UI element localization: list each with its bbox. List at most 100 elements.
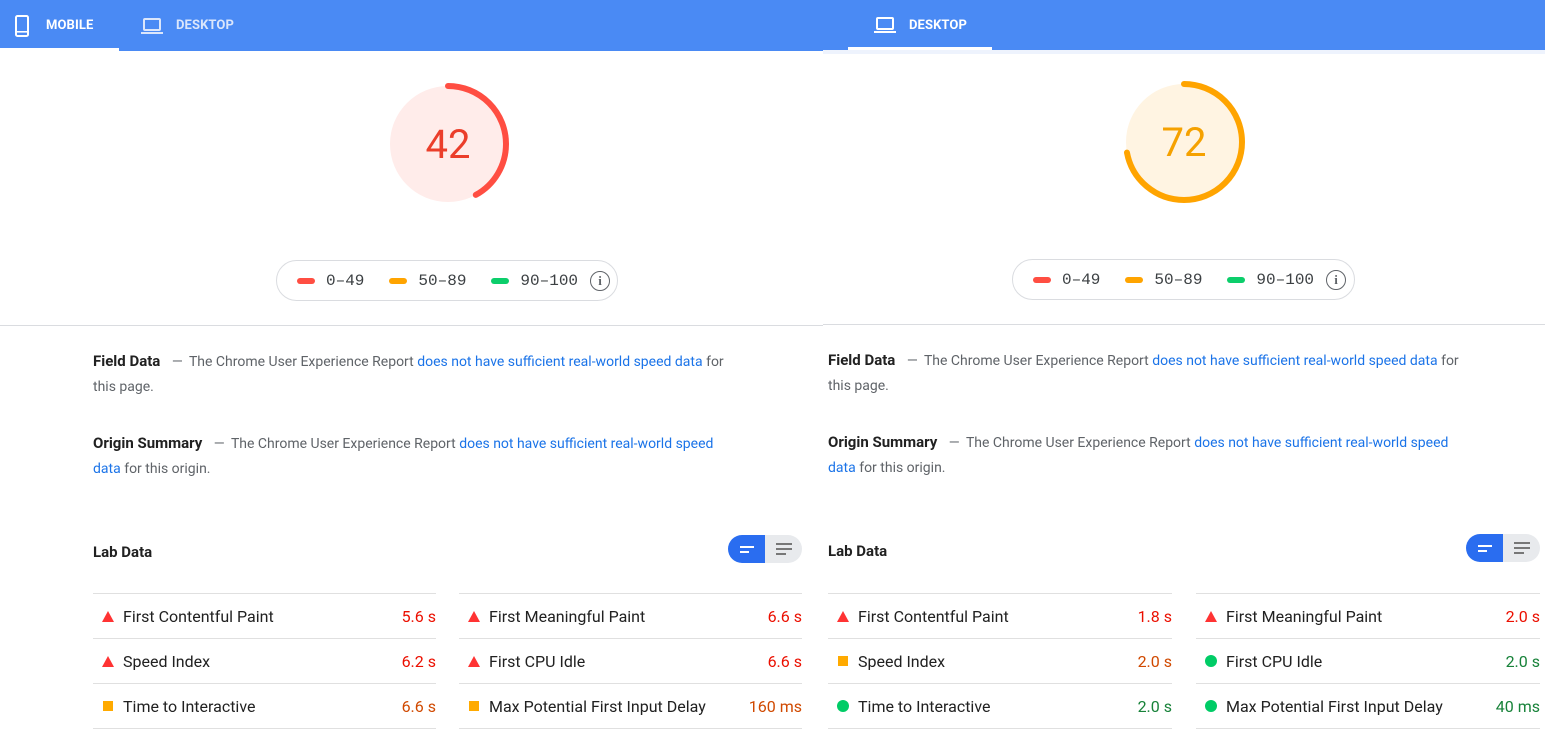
tab-bar: DESKTOP [823, 0, 1545, 50]
legend-fail-range: 0–49 [1062, 270, 1101, 289]
row-divider [459, 728, 802, 729]
legend-pass: 90–100 [491, 272, 578, 290]
metric-row: Max Potential First Input Delay 40 ms [1196, 683, 1540, 728]
row-divider [1196, 728, 1540, 729]
metric-value: 1.8 s [1137, 606, 1172, 626]
field-data-link[interactable]: does not have sufficient real-world spee… [1152, 353, 1437, 369]
tab-bar-shadow [823, 50, 1545, 54]
metric-row: First CPU Idle 2.0 s [1196, 638, 1540, 683]
metric-row: First Contentful Paint 5.6 s [93, 593, 436, 638]
metric-value: 5.6 s [401, 606, 436, 626]
metric-name: First Contentful Paint [858, 606, 1009, 626]
metric-row: Time to Interactive 6.6 s [93, 683, 436, 728]
tab-desktop-label: DESKTOP [176, 18, 234, 33]
origin-summary-text: The Chrome User Experience Report [230, 436, 456, 452]
summary-view-button[interactable] [1466, 534, 1503, 562]
field-data-section: Field Data — The Chrome User Experience … [93, 349, 743, 400]
fail-triangle-icon [1200, 610, 1222, 622]
metric-name: Speed Index [858, 651, 946, 671]
smartphone-icon [15, 14, 29, 37]
legend-pass-range: 90–100 [1256, 270, 1315, 289]
fail-triangle-icon [463, 610, 485, 622]
field-data-dash: — [171, 354, 183, 370]
legend-fail: 0–49 [297, 272, 364, 290]
metric-name: First CPU Idle [489, 651, 586, 671]
metric-row: First Meaningful Paint 6.6 s [459, 593, 802, 638]
average-square-icon [832, 656, 854, 666]
performance-score-gauge: 72 [1122, 80, 1246, 204]
field-data-heading: Field Data [828, 351, 896, 369]
metric-name: First CPU Idle [1226, 651, 1323, 671]
metric-value: 2.0 s [1137, 651, 1172, 671]
metric-value: 40 ms [1495, 696, 1540, 716]
pass-circle-icon [832, 700, 854, 712]
score-legend: 0–49 50–89 90–100 i [276, 260, 618, 301]
metric-row: Speed Index 6.2 s [93, 638, 436, 683]
tab-desktop[interactable]: DESKTOP [140, 0, 234, 51]
metric-name: First Contentful Paint [123, 606, 274, 626]
field-data-link[interactable]: does not have sufficient real-world spee… [417, 354, 702, 370]
metric-value: 6.6 s [767, 606, 802, 626]
metric-name: First Meaningful Paint [489, 606, 646, 626]
origin-summary-heading: Origin Summary [828, 433, 938, 451]
tab-desktop-label: DESKTOP [909, 17, 967, 33]
row-divider [93, 728, 436, 729]
legend-pass: 90–100 [1227, 271, 1314, 289]
mobile-report-panel: MOBILE DESKTOP 42 0–49 50–89 90–100 i Fi… [0, 0, 823, 740]
field-data-section: Field Data — The Chrome User Experience … [828, 348, 1478, 399]
legend-average: 50–89 [389, 272, 466, 290]
origin-summary-section: Origin Summary — The Chrome User Experie… [93, 431, 743, 482]
lab-data-heading: Lab Data [93, 543, 153, 561]
metric-name: Speed Index [123, 651, 211, 671]
metric-row: Time to Interactive 2.0 s [828, 683, 1172, 728]
legend-pass-swatch [1227, 276, 1246, 283]
legend-average-swatch [1125, 276, 1144, 283]
origin-summary-text: The Chrome User Experience Report [965, 435, 1191, 451]
performance-score-value: 42 [425, 120, 471, 168]
legend-average-range: 50–89 [1154, 270, 1203, 289]
legend-fail-swatch [1033, 276, 1051, 283]
lab-data-heading: Lab Data [828, 542, 888, 560]
average-square-icon [463, 701, 485, 711]
average-square-icon [97, 701, 119, 711]
pass-circle-icon [1200, 700, 1222, 712]
tab-bar: MOBILE DESKTOP [0, 0, 823, 51]
origin-summary-section: Origin Summary — The Chrome User Experie… [828, 430, 1478, 481]
metric-value: 2.0 s [1505, 651, 1540, 671]
metric-name: Max Potential First Input Delay [489, 696, 706, 716]
tab-desktop[interactable]: DESKTOP [848, 0, 992, 50]
field-data-text: The Chrome User Experience Report [188, 354, 414, 370]
metric-value: 6.2 s [401, 651, 436, 671]
row-divider [828, 728, 1172, 729]
metric-value: 2.0 s [1505, 606, 1540, 626]
metric-name: Time to Interactive [858, 696, 991, 716]
tab-mobile-label: MOBILE [46, 18, 94, 33]
detailed-view-button[interactable] [765, 535, 802, 563]
origin-summary-text-after: for this origin. [124, 461, 211, 477]
summary-view-button[interactable] [728, 535, 765, 563]
metric-value: 6.6 s [401, 696, 436, 716]
origin-summary-text-after: for this origin. [859, 460, 946, 476]
fail-triangle-icon [97, 610, 119, 622]
field-data-dash: — [906, 353, 918, 369]
metric-value: 2.0 s [1137, 696, 1172, 716]
performance-score-value: 72 [1161, 118, 1207, 166]
metric-name: Max Potential First Input Delay [1226, 696, 1443, 716]
legend-pass-range: 90–100 [520, 271, 579, 290]
metric-row: First Meaningful Paint 2.0 s [1196, 593, 1540, 638]
origin-summary-dash: — [948, 435, 960, 451]
detailed-view-button[interactable] [1503, 534, 1540, 562]
fail-triangle-icon [463, 655, 485, 667]
pass-circle-icon [1200, 655, 1222, 667]
field-data-heading: Field Data [93, 352, 161, 370]
legend-fail: 0–49 [1033, 271, 1100, 289]
metrics-view-toggle [1466, 534, 1540, 562]
active-tab-indicator [0, 48, 120, 51]
tab-mobile[interactable]: MOBILE [0, 0, 120, 51]
info-icon[interactable]: i [1326, 269, 1347, 290]
desktop-report-panel: DESKTOP 72 0–49 50–89 90–100 i Field Dat… [823, 0, 1545, 740]
metric-row: First CPU Idle 6.6 s [459, 638, 802, 683]
info-icon[interactable]: i [590, 270, 611, 291]
field-data-text: The Chrome User Experience Report [923, 353, 1149, 369]
metric-row: Max Potential First Input Delay 160 ms [459, 683, 802, 728]
